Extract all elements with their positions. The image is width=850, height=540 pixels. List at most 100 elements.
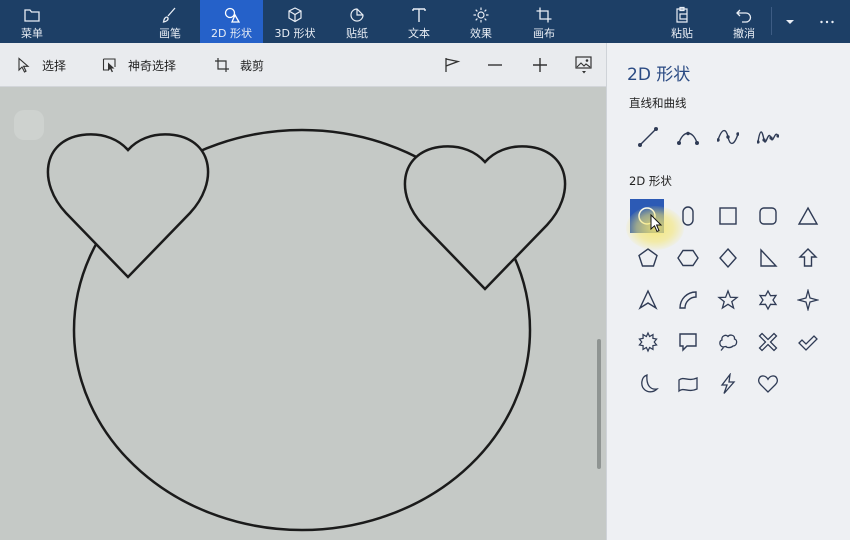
line-icon	[638, 127, 658, 147]
sticker-icon	[350, 8, 364, 22]
magic-select-icon	[102, 58, 116, 73]
more-options-button[interactable]	[810, 0, 844, 43]
select-button[interactable]: 选择	[16, 43, 66, 87]
heart-icon	[758, 375, 778, 393]
square-shape-button[interactable]	[711, 199, 745, 233]
right-triangle-shape-button[interactable]	[751, 241, 785, 275]
tab-canvas[interactable]: 画布	[514, 0, 574, 43]
crescent-moon-icon	[641, 374, 659, 393]
crop-icon	[215, 58, 229, 72]
tab-3d-shapes[interactable]: 3D 形状	[265, 0, 325, 43]
x-cross-shape-button[interactable]	[751, 325, 785, 359]
right-triangle-icon	[760, 248, 778, 267]
lightning-shape-button[interactable]	[711, 367, 745, 401]
arrow-up-icon	[798, 248, 818, 267]
triangle-icon	[797, 206, 819, 225]
square-icon	[719, 207, 737, 225]
heart-shape-button[interactable]	[751, 367, 785, 401]
thought-bubble-icon	[719, 334, 738, 351]
hexagon-icon	[677, 249, 699, 267]
rounded-square-icon	[759, 207, 777, 225]
thought-bubble-shape-button[interactable]	[711, 325, 745, 359]
crescent-moon-shape-button[interactable]	[631, 367, 665, 401]
three-point-curve-button[interactable]	[751, 120, 785, 154]
quarter-arc-shape-button[interactable]	[671, 283, 705, 317]
four-point-star-shape-button[interactable]	[791, 283, 825, 317]
zoom-out-icon[interactable]	[485, 55, 505, 75]
arrow-up-shape-button[interactable]	[791, 241, 825, 275]
banner-icon	[678, 377, 698, 393]
text-icon	[412, 8, 426, 22]
tab-label: 贴纸	[346, 27, 368, 40]
magic-select-button[interactable]: 神奇选择	[102, 43, 176, 87]
triangle-shape-button[interactable]	[791, 199, 825, 233]
ribbon-separator	[771, 7, 772, 35]
tab-text[interactable]: 文本	[389, 0, 449, 43]
folder-icon	[24, 9, 40, 22]
arrowhead-icon	[638, 289, 658, 310]
select-label: 选择	[42, 58, 67, 73]
vertical-scrollbar[interactable]	[597, 339, 601, 469]
lines-section-title: 直线和曲线	[629, 96, 687, 110]
shapes-section-title: 2D 形状	[629, 174, 672, 188]
rounded-pill-icon	[682, 206, 694, 226]
speech-bubble-shape-button[interactable]	[671, 325, 705, 359]
pentagon-icon	[638, 248, 658, 267]
menu-label: 菜单	[21, 27, 43, 40]
3d-cube-icon	[288, 7, 302, 23]
two-point-curve-button[interactable]	[711, 120, 745, 154]
history-dropdown-button[interactable]	[778, 0, 802, 43]
line-button[interactable]	[631, 120, 665, 154]
banner-shape-button[interactable]	[671, 367, 705, 401]
panel-title: 2D 形状	[627, 65, 691, 85]
chevron-down-icon	[786, 20, 794, 24]
image-dropdown-icon[interactable]	[574, 55, 594, 75]
tab-stickers[interactable]: 贴纸	[327, 0, 387, 43]
burst-icon	[638, 331, 658, 353]
six-point-star-shape-button[interactable]	[751, 283, 785, 317]
brush-icon	[162, 7, 176, 23]
paste-button[interactable]: 粘贴	[654, 0, 710, 43]
tab-2d-shapes[interactable]: 2D 形状	[200, 0, 263, 43]
right-heart-shape	[403, 145, 567, 291]
canvas-drawing	[46, 128, 567, 532]
x-cross-icon	[758, 332, 778, 352]
five-point-star-shape-button[interactable]	[711, 283, 745, 317]
speech-bubble-icon	[679, 333, 697, 352]
tab-label: 2D 形状	[211, 27, 252, 40]
canvas-toolbar: 选择 神奇选择 裁剪	[0, 43, 606, 87]
arrowhead-shape-button[interactable]	[631, 283, 665, 317]
hexagon-shape-button[interactable]	[671, 241, 705, 275]
clipboard-icon	[676, 6, 688, 23]
tab-label: 效果	[470, 27, 492, 40]
burst-shape-button[interactable]	[631, 325, 665, 359]
mouse-pointer-icon	[650, 214, 663, 233]
checkmark-shape-button[interactable]	[791, 325, 825, 359]
2d-shapes-icon	[224, 7, 240, 23]
shapes-panel: 2D 形状 直线和曲线 2D 形状	[606, 43, 850, 540]
pentagon-shape-button[interactable]	[631, 241, 665, 275]
diamond-icon	[719, 247, 737, 269]
six-point-star-icon	[758, 289, 778, 311]
magic-select-label: 神奇选择	[128, 58, 177, 73]
quarter-arc-icon	[679, 291, 697, 309]
canvas-crop-icon	[536, 7, 552, 23]
zoom-in-icon[interactable]	[530, 55, 550, 75]
menu-button[interactable]: 菜单	[8, 0, 56, 43]
flag-icon[interactable]	[442, 55, 462, 75]
curve-button[interactable]	[671, 120, 705, 154]
paste-label: 粘贴	[671, 27, 693, 40]
diamond-shape-button[interactable]	[711, 241, 745, 275]
drawing-canvas[interactable]	[0, 87, 606, 540]
tab-brushes[interactable]: 画笔	[140, 0, 200, 43]
four-point-star-icon	[797, 289, 819, 311]
rounded-square-shape-button[interactable]	[751, 199, 785, 233]
five-point-star-icon	[717, 289, 739, 310]
more-dots-icon	[820, 20, 834, 24]
tab-label: 文本	[408, 27, 430, 40]
undo-button[interactable]: 撤消	[716, 0, 772, 43]
left-heart-shape	[46, 133, 210, 279]
crop-button[interactable]: 裁剪	[214, 43, 264, 87]
pill-shape-button[interactable]	[671, 199, 705, 233]
tab-effects[interactable]: 效果	[451, 0, 511, 43]
